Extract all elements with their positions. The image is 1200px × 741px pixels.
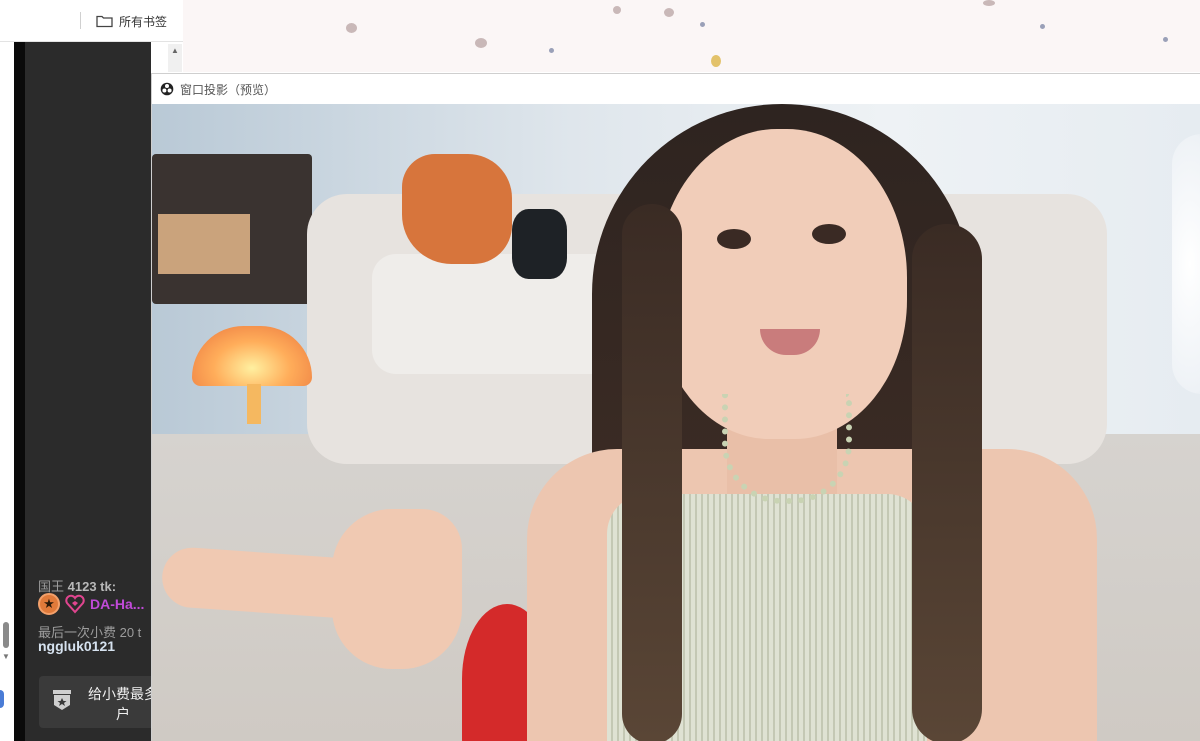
king-tokens: 4123 tk: [67,579,117,594]
left-eye [717,229,751,249]
scroll-up-arrow-icon[interactable]: ▲ [168,44,182,58]
scrollbar-thumb[interactable] [3,622,9,648]
side-indicator [0,690,4,708]
king-user-row[interactable]: ★ DA-Ha... [38,593,144,615]
all-bookmarks-button[interactable]: 所有书签 [96,12,167,30]
star-badge-icon: ★ [38,593,60,615]
heart-diamond-badge-icon [64,593,86,615]
obs-logo-icon [160,82,174,96]
trophy-badge-icon [53,690,71,710]
left-scrollbar[interactable]: ▼ [0,620,12,661]
king-label: 国王 [38,579,65,594]
right-eye [812,224,846,244]
all-bookmarks-label: 所有书签 [119,14,168,29]
person-hand [332,509,462,669]
panel-scrollbar-track[interactable] [168,58,182,72]
globe-lamp [1172,134,1200,394]
folder-icon [96,15,113,28]
projector-title: 窗口投影（预览） [180,82,277,97]
projector-window[interactable]: 窗口投影（预览） [151,73,1200,741]
scroll-down-arrow-icon[interactable]: ▼ [2,652,10,661]
browser-bookmark-bar: 所有书签 [0,0,183,42]
dark-cloth [512,209,567,279]
lamp-stem [247,384,261,424]
video-preview [152,104,1200,741]
panel-edge [14,42,25,741]
background-shelf [152,154,312,304]
projector-title-bar[interactable]: 窗口投影（预览） [152,74,1200,104]
orange-cloth [402,154,512,264]
top-tipper-button[interactable]: 给小费最多 户 [39,676,169,728]
background-web-page [183,0,1200,72]
person-necklace [722,394,852,504]
hair-strand-left [622,204,682,741]
toolbar-separator [80,12,81,29]
person-face [657,129,907,439]
last-tipper-username[interactable]: nggluk0121 [38,638,115,654]
hair-strand-right [912,224,982,741]
king-username[interactable]: DA-Ha... [90,596,144,612]
